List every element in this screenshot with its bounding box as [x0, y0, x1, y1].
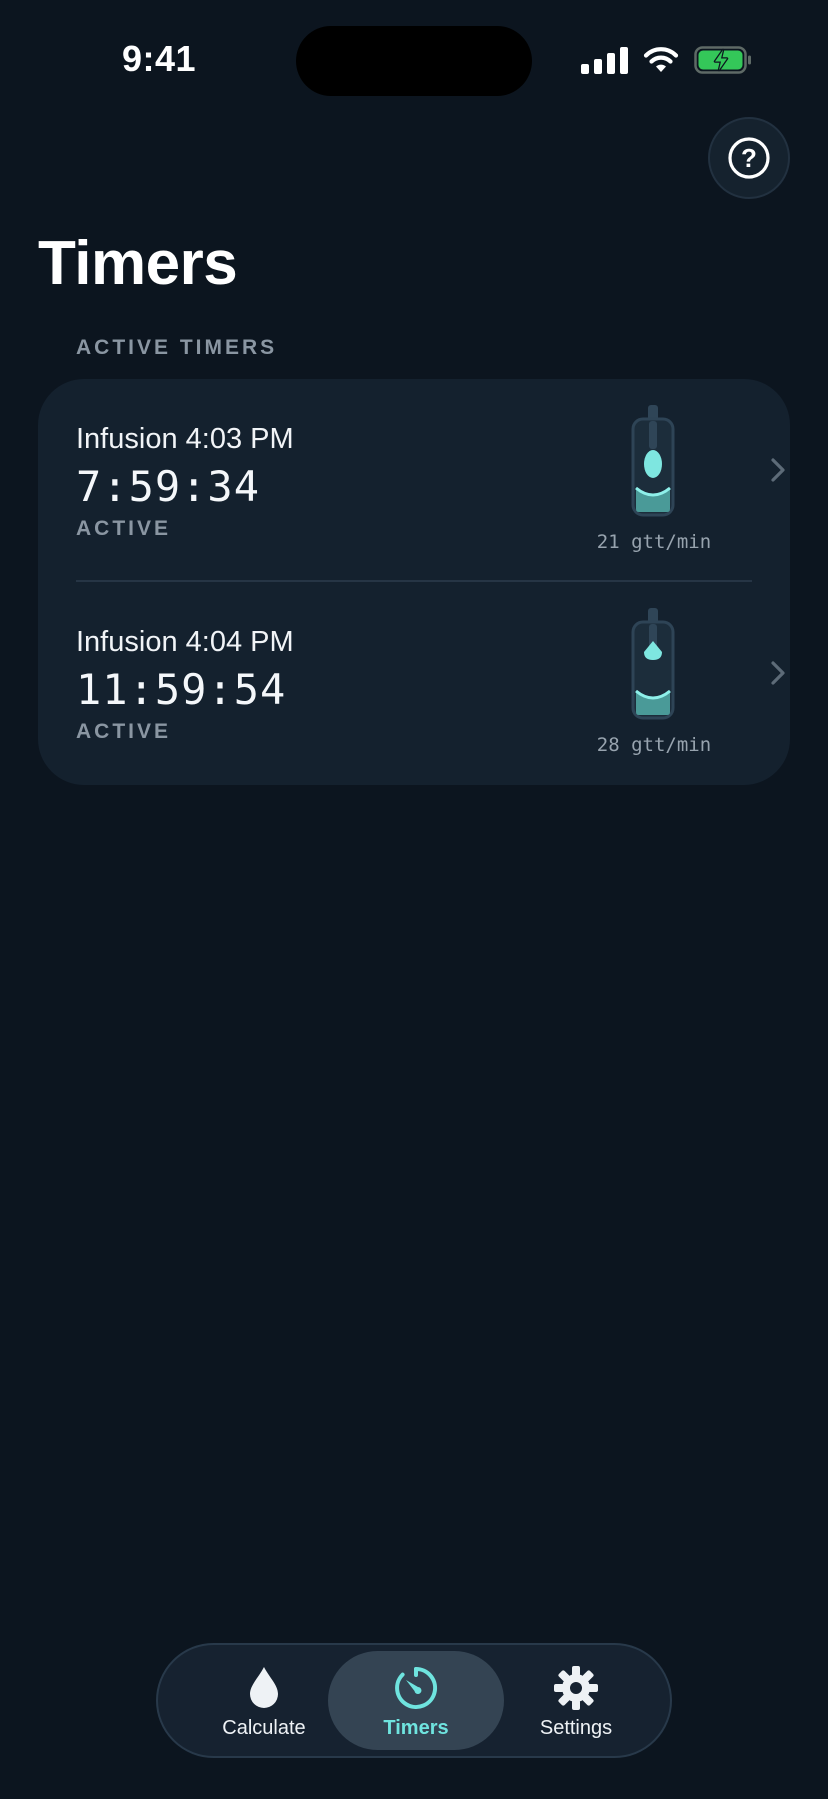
tab-label: Calculate	[222, 1717, 306, 1739]
status-icons	[581, 44, 752, 76]
wifi-icon	[642, 46, 680, 74]
timer-countdown: 7:59:34	[76, 462, 261, 511]
timer-status: ACTIVE	[76, 517, 172, 540]
section-header: ACTIVE TIMERS	[76, 336, 278, 359]
page-title: Timers	[38, 229, 238, 298]
tab-calculate[interactable]: Calculate	[176, 1645, 352, 1756]
timer-name: Infusion 4:04 PM	[76, 626, 294, 658]
help-symbol: ?	[741, 143, 757, 173]
status-time: 9:41	[122, 38, 197, 79]
cellular-signal-icon	[581, 46, 628, 74]
question-mark-icon: ?	[728, 137, 770, 179]
timer-countdown: 11:59:54	[76, 665, 287, 714]
timer-row[interactable]: Infusion 4:04 PM 11:59:54 ACTIVE 28 gtt/…	[38, 582, 790, 785]
gear-icon	[488, 1665, 664, 1711]
timer-name: Infusion 4:03 PM	[76, 423, 294, 455]
tab-timers[interactable]: Timers	[328, 1651, 504, 1750]
timer-row[interactable]: Infusion 4:03 PM 7:59:34 ACTIVE 21 gtt/m…	[38, 379, 790, 582]
water-drop-icon	[176, 1665, 352, 1709]
drip-rate: 21 gtt/min	[596, 531, 712, 553]
tab-label: Timers	[383, 1717, 449, 1739]
drip-chamber-icon	[630, 405, 676, 522]
drip-chamber-icon	[630, 608, 676, 725]
timer-status: ACTIVE	[76, 720, 172, 743]
drip-rate: 28 gtt/min	[596, 734, 712, 756]
tab-settings[interactable]: Settings	[488, 1645, 664, 1756]
active-timers-list: Infusion 4:03 PM 7:59:34 ACTIVE 21 gtt/m…	[38, 379, 790, 785]
status-bar: 9:41	[0, 0, 828, 120]
battery-charging-icon	[694, 46, 752, 74]
dynamic-island	[296, 26, 532, 96]
help-button[interactable]: ?	[708, 117, 790, 199]
chevron-right-icon	[770, 660, 786, 691]
chevron-right-icon	[770, 457, 786, 488]
tab-label: Settings	[539, 1717, 613, 1739]
tab-bar: Calculate Timers Settings	[156, 1643, 672, 1758]
timer-icon	[328, 1665, 504, 1711]
